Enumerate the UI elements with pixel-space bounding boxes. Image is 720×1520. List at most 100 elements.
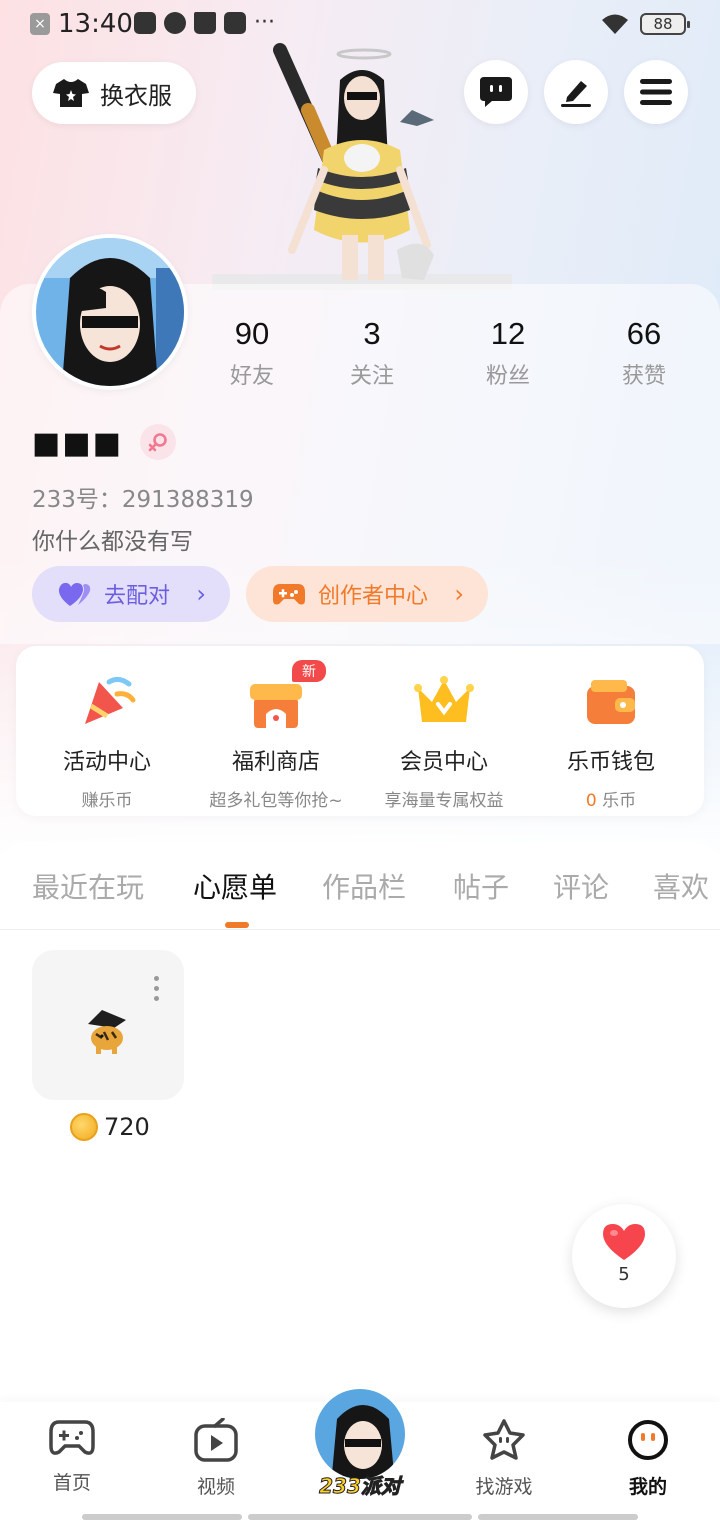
vip-center-subtitle: 享海量专属权益 xyxy=(384,791,504,811)
nav-party-label[interactable]: 233派对 xyxy=(312,1470,408,1499)
tab-likes[interactable]: 喜欢 xyxy=(653,866,709,906)
stat-following-label: 关注 xyxy=(349,364,394,389)
nav-find-games[interactable]: 找游戏 xyxy=(454,1418,554,1499)
stat-friends-value: 90 xyxy=(234,316,270,351)
new-badge: 新 xyxy=(292,660,326,682)
vip-center-title: 会员中心 xyxy=(399,750,488,775)
welfare-shop-title: 福利商店 xyxy=(231,750,320,775)
play-icon xyxy=(224,12,246,34)
tab-comments[interactable]: 评论 xyxy=(553,866,609,906)
status-time: 13:40 xyxy=(58,9,133,39)
nav-home[interactable]: 首页 xyxy=(22,1418,122,1495)
stat-following[interactable]: 3 关注 xyxy=(322,316,422,390)
stat-likes-value: 66 xyxy=(626,316,662,351)
change-outfit-label: 换衣服 xyxy=(100,81,172,110)
crown-icon xyxy=(414,676,474,722)
party-popper-icon xyxy=(85,676,136,724)
nav-video[interactable]: 视频 xyxy=(166,1417,266,1499)
nav-me-label: 我的 xyxy=(628,1476,667,1498)
planet-icon xyxy=(164,12,186,34)
avatar-3d-figure[interactable] xyxy=(212,40,512,290)
stat-likes-label: 获赞 xyxy=(621,364,666,389)
wishlist-item-price-value: 720 xyxy=(104,1113,150,1141)
chevron-right-icon: › xyxy=(454,580,464,608)
wishlist-item[interactable] xyxy=(32,950,184,1100)
gesture-bar-center xyxy=(248,1514,472,1520)
tab-posts[interactable]: 帖子 xyxy=(453,866,509,906)
stat-friends[interactable]: 90 好友 xyxy=(202,316,302,390)
creator-center-button[interactable]: 创作者中心 › xyxy=(246,566,488,622)
notification-close-icon: × xyxy=(30,13,50,35)
gesture-bar-left xyxy=(82,1514,242,1520)
user-id-value: 291388319 xyxy=(121,487,254,513)
coin-wallet-subtitle: 0 乐币 xyxy=(526,786,696,811)
like-count: 5 xyxy=(618,1264,630,1285)
user-id[interactable]: 233号：291388319 xyxy=(32,480,254,514)
edit-profile-button[interactable] xyxy=(544,60,608,124)
coin-wallet-title: 乐币钱包 xyxy=(566,750,655,775)
gamepad-icon xyxy=(273,584,305,605)
stat-fans-value: 12 xyxy=(490,316,526,351)
profile-avatar[interactable] xyxy=(32,234,188,390)
chevron-right-icon: › xyxy=(196,580,206,608)
coin-icon xyxy=(70,1113,98,1141)
tab-recently-played[interactable]: 最近在玩 xyxy=(32,866,144,906)
stat-likes[interactable]: 66 获赞 xyxy=(594,316,694,390)
star-icon xyxy=(483,1419,525,1460)
shop-icon xyxy=(250,684,302,728)
user-bio[interactable]: 你什么都没有写 xyxy=(32,522,193,556)
stat-following-value: 3 xyxy=(363,316,381,351)
heart-icon xyxy=(603,1224,645,1260)
gesture-bar-right xyxy=(478,1514,638,1520)
menu-button[interactable] xyxy=(624,60,688,124)
wifi-icon xyxy=(602,14,628,34)
user-id-label: 233号： xyxy=(32,487,122,513)
wallet-icon xyxy=(587,680,635,724)
hamburger-menu-icon xyxy=(640,79,672,105)
function-card: 活动中心 赚乐币 新 福利商店 超多礼包等你抢~ 会员中心 享海量专属权益 乐币… xyxy=(16,646,704,816)
more-dots-icon: ··· xyxy=(254,10,275,35)
stat-friends-label: 好友 xyxy=(229,364,274,389)
stat-fans-label: 粉丝 xyxy=(485,364,530,389)
female-gender-icon xyxy=(140,424,176,460)
username: ■■■ xyxy=(32,426,124,461)
nav-video-label: 视频 xyxy=(196,1476,235,1498)
crown-icon xyxy=(194,12,216,34)
change-outfit-button[interactable]: 换衣服 xyxy=(32,62,196,124)
coin-unit: 乐币 xyxy=(596,791,637,811)
battery-indicator: 88 xyxy=(640,13,690,35)
like-button[interactable]: 5 xyxy=(572,1204,676,1308)
avatar-image xyxy=(36,238,184,386)
creator-center-label: 创作者中心 xyxy=(318,584,429,609)
video-icon xyxy=(134,12,156,34)
status-app-icons: ··· xyxy=(134,12,275,34)
wishlist-item-price: 720 xyxy=(70,1113,150,1141)
tv-play-icon xyxy=(194,1417,238,1462)
nav-home-label: 首页 xyxy=(52,1472,91,1494)
nav-party-avatar[interactable] xyxy=(312,1386,408,1482)
coin-balance: 0 xyxy=(585,791,597,811)
activity-center-title: 活动中心 xyxy=(62,750,151,775)
shirt-icon xyxy=(53,79,89,107)
pencil-icon xyxy=(561,81,591,107)
more-options-icon[interactable] xyxy=(154,976,160,1002)
match-button-label: 去配对 xyxy=(104,584,171,609)
tab-works[interactable]: 作品栏 xyxy=(322,866,406,906)
match-button[interactable]: 去配对 › xyxy=(32,566,230,622)
coin-wallet-entry[interactable]: 乐币钱包 0 乐币 xyxy=(526,674,696,811)
double-heart-icon xyxy=(58,582,91,606)
tiger-item-image xyxy=(88,1010,126,1054)
tab-wishlist[interactable]: 心愿单 xyxy=(193,866,277,906)
welfare-shop-subtitle: 超多礼包等你抢~ xyxy=(209,791,343,811)
nav-find-games-label: 找游戏 xyxy=(475,1476,533,1498)
content-tabs: 最近在玩 心愿单 作品栏 帖子 评论 喜欢 xyxy=(0,842,720,930)
nav-me[interactable]: 我的 xyxy=(598,1418,698,1499)
welfare-shop-entry[interactable]: 新 福利商店 超多礼包等你抢~ xyxy=(191,660,361,811)
profile-face-icon xyxy=(628,1420,668,1460)
vip-center-entry[interactable]: 会员中心 享海量专属权益 xyxy=(359,674,529,811)
active-tab-indicator xyxy=(225,922,249,928)
stat-fans[interactable]: 12 粉丝 xyxy=(458,316,558,390)
gamepad-icon xyxy=(49,1420,95,1455)
activity-center-subtitle: 赚乐币 xyxy=(81,791,133,811)
activity-center-entry[interactable]: 活动中心 赚乐币 xyxy=(22,674,192,811)
